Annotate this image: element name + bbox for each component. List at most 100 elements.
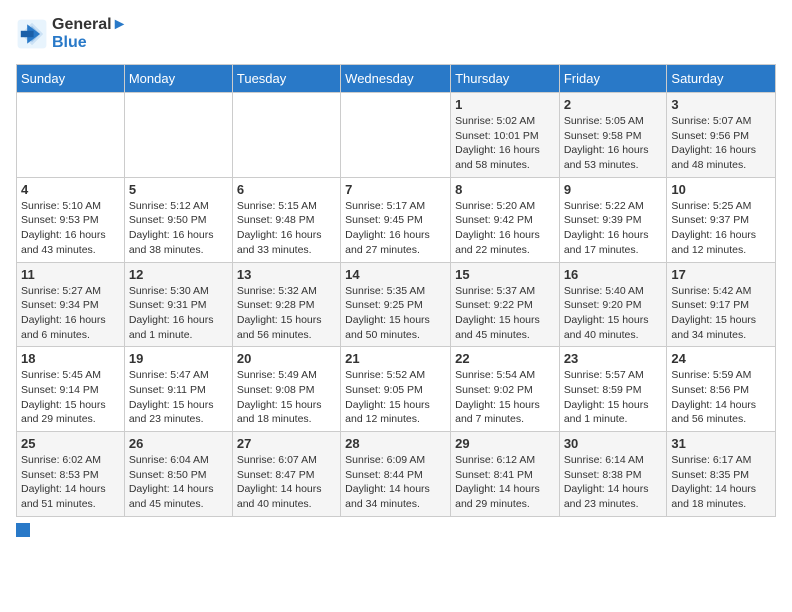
calendar-cell — [17, 93, 125, 178]
calendar-cell: 7Sunrise: 5:17 AM Sunset: 9:45 PM Daylig… — [341, 177, 451, 262]
calendar-cell: 11Sunrise: 5:27 AM Sunset: 9:34 PM Dayli… — [17, 262, 125, 347]
calendar-week-row: 25 Sunrise: 6:02 AM Sunset: 8:53 PM Dayli… — [17, 432, 776, 517]
day-number: 1 — [455, 97, 555, 112]
calendar-week-row: 4Sunrise: 5:10 AM Sunset: 9:53 PM Daylig… — [17, 177, 776, 262]
calendar-week-row: 1 Sunrise: 5:02 AM Sunset: 10:01 PM Dayli… — [17, 93, 776, 178]
calendar-cell: 17 Sunrise: 5:42 AM Sunset: 9:17 PM Dayli… — [667, 262, 776, 347]
calendar-week-row: 11Sunrise: 5:27 AM Sunset: 9:34 PM Dayli… — [17, 262, 776, 347]
calendar-cell: 24Sunrise: 5:59 AM Sunset: 8:56 PM Dayli… — [667, 347, 776, 432]
day-number: 8 — [455, 182, 555, 197]
calendar-cell: 16 Sunrise: 5:40 AM Sunset: 9:20 PM Dayli… — [559, 262, 667, 347]
calendar-cell: 3 Sunrise: 5:07 AM Sunset: 9:56 PM Daylig… — [667, 93, 776, 178]
day-info: Sunrise: 6:12 AM Sunset: 8:41 PM Dayligh… — [455, 453, 555, 512]
day-number: 6 — [237, 182, 336, 197]
day-info: Sunrise: 5:40 AM Sunset: 9:20 PM Dayligh… — [564, 284, 663, 343]
day-number: 5 — [129, 182, 228, 197]
day-number: 27 — [237, 436, 336, 451]
day-number: 31 — [671, 436, 771, 451]
day-info: Sunrise: 5:35 AM Sunset: 9:25 PM Dayligh… — [345, 284, 446, 343]
calendar-cell: 21Sunrise: 5:52 AM Sunset: 9:05 PM Dayli… — [341, 347, 451, 432]
day-number: 18 — [21, 351, 120, 366]
day-info: Sunrise: 5:10 AM Sunset: 9:53 PM Dayligh… — [21, 199, 120, 258]
logo: General► Blue — [16, 16, 127, 52]
day-number: 19 — [129, 351, 228, 366]
day-info: Sunrise: 5:07 AM Sunset: 9:56 PM Dayligh… — [671, 114, 771, 173]
calendar-cell: 4Sunrise: 5:10 AM Sunset: 9:53 PM Daylig… — [17, 177, 125, 262]
day-info: Sunrise: 6:04 AM Sunset: 8:50 PM Dayligh… — [129, 453, 228, 512]
calendar-header-row: SundayMondayTuesdayWednesdayThursdayFrid… — [17, 65, 776, 93]
calendar-table: SundayMondayTuesdayWednesdayThursdayFrid… — [16, 64, 776, 517]
calendar-cell: 26 Sunrise: 6:04 AM Sunset: 8:50 PM Dayli… — [124, 432, 232, 517]
footer — [16, 523, 776, 537]
col-header-thursday: Thursday — [451, 65, 560, 93]
calendar-cell: 31Sunrise: 6:17 AM Sunset: 8:35 PM Dayli… — [667, 432, 776, 517]
calendar-cell: 18Sunrise: 5:45 AM Sunset: 9:14 PM Dayli… — [17, 347, 125, 432]
col-header-tuesday: Tuesday — [232, 65, 340, 93]
calendar-cell: 19 Sunrise: 5:47 AM Sunset: 9:11 PM Dayli… — [124, 347, 232, 432]
calendar-cell: 22 Sunrise: 5:54 AM Sunset: 9:02 PM Dayli… — [451, 347, 560, 432]
calendar-cell: 25 Sunrise: 6:02 AM Sunset: 8:53 PM Dayli… — [17, 432, 125, 517]
day-info: Sunrise: 5:49 AM Sunset: 9:08 PM Dayligh… — [237, 368, 336, 427]
col-header-saturday: Saturday — [667, 65, 776, 93]
logo-text: General► Blue — [52, 16, 127, 52]
day-info: Sunrise: 5:05 AM Sunset: 9:58 PM Dayligh… — [564, 114, 663, 173]
calendar-cell — [341, 93, 451, 178]
day-info: Sunrise: 5:42 AM Sunset: 9:17 PM Dayligh… — [671, 284, 771, 343]
day-number: 28 — [345, 436, 446, 451]
calendar-cell: 8 Sunrise: 5:20 AM Sunset: 9:42 PM Daylig… — [451, 177, 560, 262]
day-info: Sunrise: 5:02 AM Sunset: 10:01 PM Daylig… — [455, 114, 555, 173]
day-info: Sunrise: 5:57 AM Sunset: 8:59 PM Dayligh… — [564, 368, 663, 427]
day-info: Sunrise: 5:15 AM Sunset: 9:48 PM Dayligh… — [237, 199, 336, 258]
day-info: Sunrise: 5:30 AM Sunset: 9:31 PM Dayligh… — [129, 284, 228, 343]
calendar-cell: 14 Sunrise: 5:35 AM Sunset: 9:25 PM Dayli… — [341, 262, 451, 347]
day-number: 14 — [345, 267, 446, 282]
day-number: 12 — [129, 267, 228, 282]
day-number: 30 — [564, 436, 663, 451]
calendar-cell: 23 Sunrise: 5:57 AM Sunset: 8:59 PM Dayli… — [559, 347, 667, 432]
calendar-cell: 12 Sunrise: 5:30 AM Sunset: 9:31 PM Dayli… — [124, 262, 232, 347]
day-info: Sunrise: 6:14 AM Sunset: 8:38 PM Dayligh… — [564, 453, 663, 512]
day-number: 3 — [671, 97, 771, 112]
page-header: General► Blue — [16, 16, 776, 52]
day-info: Sunrise: 5:37 AM Sunset: 9:22 PM Dayligh… — [455, 284, 555, 343]
calendar-cell: 2 Sunrise: 5:05 AM Sunset: 9:58 PM Daylig… — [559, 93, 667, 178]
calendar-cell: 1 Sunrise: 5:02 AM Sunset: 10:01 PM Dayli… — [451, 93, 560, 178]
day-number: 2 — [564, 97, 663, 112]
calendar-cell: 30 Sunrise: 6:14 AM Sunset: 8:38 PM Dayli… — [559, 432, 667, 517]
day-number: 29 — [455, 436, 555, 451]
day-info: Sunrise: 5:22 AM Sunset: 9:39 PM Dayligh… — [564, 199, 663, 258]
day-number: 26 — [129, 436, 228, 451]
day-number: 17 — [671, 267, 771, 282]
day-info: Sunrise: 6:09 AM Sunset: 8:44 PM Dayligh… — [345, 453, 446, 512]
day-info: Sunrise: 5:59 AM Sunset: 8:56 PM Dayligh… — [671, 368, 771, 427]
legend-box — [16, 523, 30, 537]
calendar-cell: 27 Sunrise: 6:07 AM Sunset: 8:47 PM Dayli… — [232, 432, 340, 517]
day-number: 16 — [564, 267, 663, 282]
day-info: Sunrise: 5:47 AM Sunset: 9:11 PM Dayligh… — [129, 368, 228, 427]
day-number: 20 — [237, 351, 336, 366]
day-number: 9 — [564, 182, 663, 197]
day-info: Sunrise: 5:54 AM Sunset: 9:02 PM Dayligh… — [455, 368, 555, 427]
day-number: 23 — [564, 351, 663, 366]
day-number: 22 — [455, 351, 555, 366]
day-number: 7 — [345, 182, 446, 197]
calendar-cell: 29 Sunrise: 6:12 AM Sunset: 8:41 PM Dayli… — [451, 432, 560, 517]
col-header-sunday: Sunday — [17, 65, 125, 93]
calendar-cell: 10 Sunrise: 5:25 AM Sunset: 9:37 PM Dayli… — [667, 177, 776, 262]
calendar-cell: 13Sunrise: 5:32 AM Sunset: 9:28 PM Dayli… — [232, 262, 340, 347]
calendar-cell: 28 Sunrise: 6:09 AM Sunset: 8:44 PM Dayli… — [341, 432, 451, 517]
calendar-cell: 20 Sunrise: 5:49 AM Sunset: 9:08 PM Dayli… — [232, 347, 340, 432]
day-info: Sunrise: 6:07 AM Sunset: 8:47 PM Dayligh… — [237, 453, 336, 512]
day-info: Sunrise: 6:02 AM Sunset: 8:53 PM Dayligh… — [21, 453, 120, 512]
day-number: 15 — [455, 267, 555, 282]
day-info: Sunrise: 5:20 AM Sunset: 9:42 PM Dayligh… — [455, 199, 555, 258]
calendar-cell: 5Sunrise: 5:12 AM Sunset: 9:50 PM Daylig… — [124, 177, 232, 262]
day-number: 25 — [21, 436, 120, 451]
day-info: Sunrise: 5:52 AM Sunset: 9:05 PM Dayligh… — [345, 368, 446, 427]
day-number: 10 — [671, 182, 771, 197]
day-info: Sunrise: 5:27 AM Sunset: 9:34 PM Dayligh… — [21, 284, 120, 343]
col-header-friday: Friday — [559, 65, 667, 93]
day-info: Sunrise: 5:25 AM Sunset: 9:37 PM Dayligh… — [671, 199, 771, 258]
calendar-cell — [232, 93, 340, 178]
day-info: Sunrise: 5:32 AM Sunset: 9:28 PM Dayligh… — [237, 284, 336, 343]
